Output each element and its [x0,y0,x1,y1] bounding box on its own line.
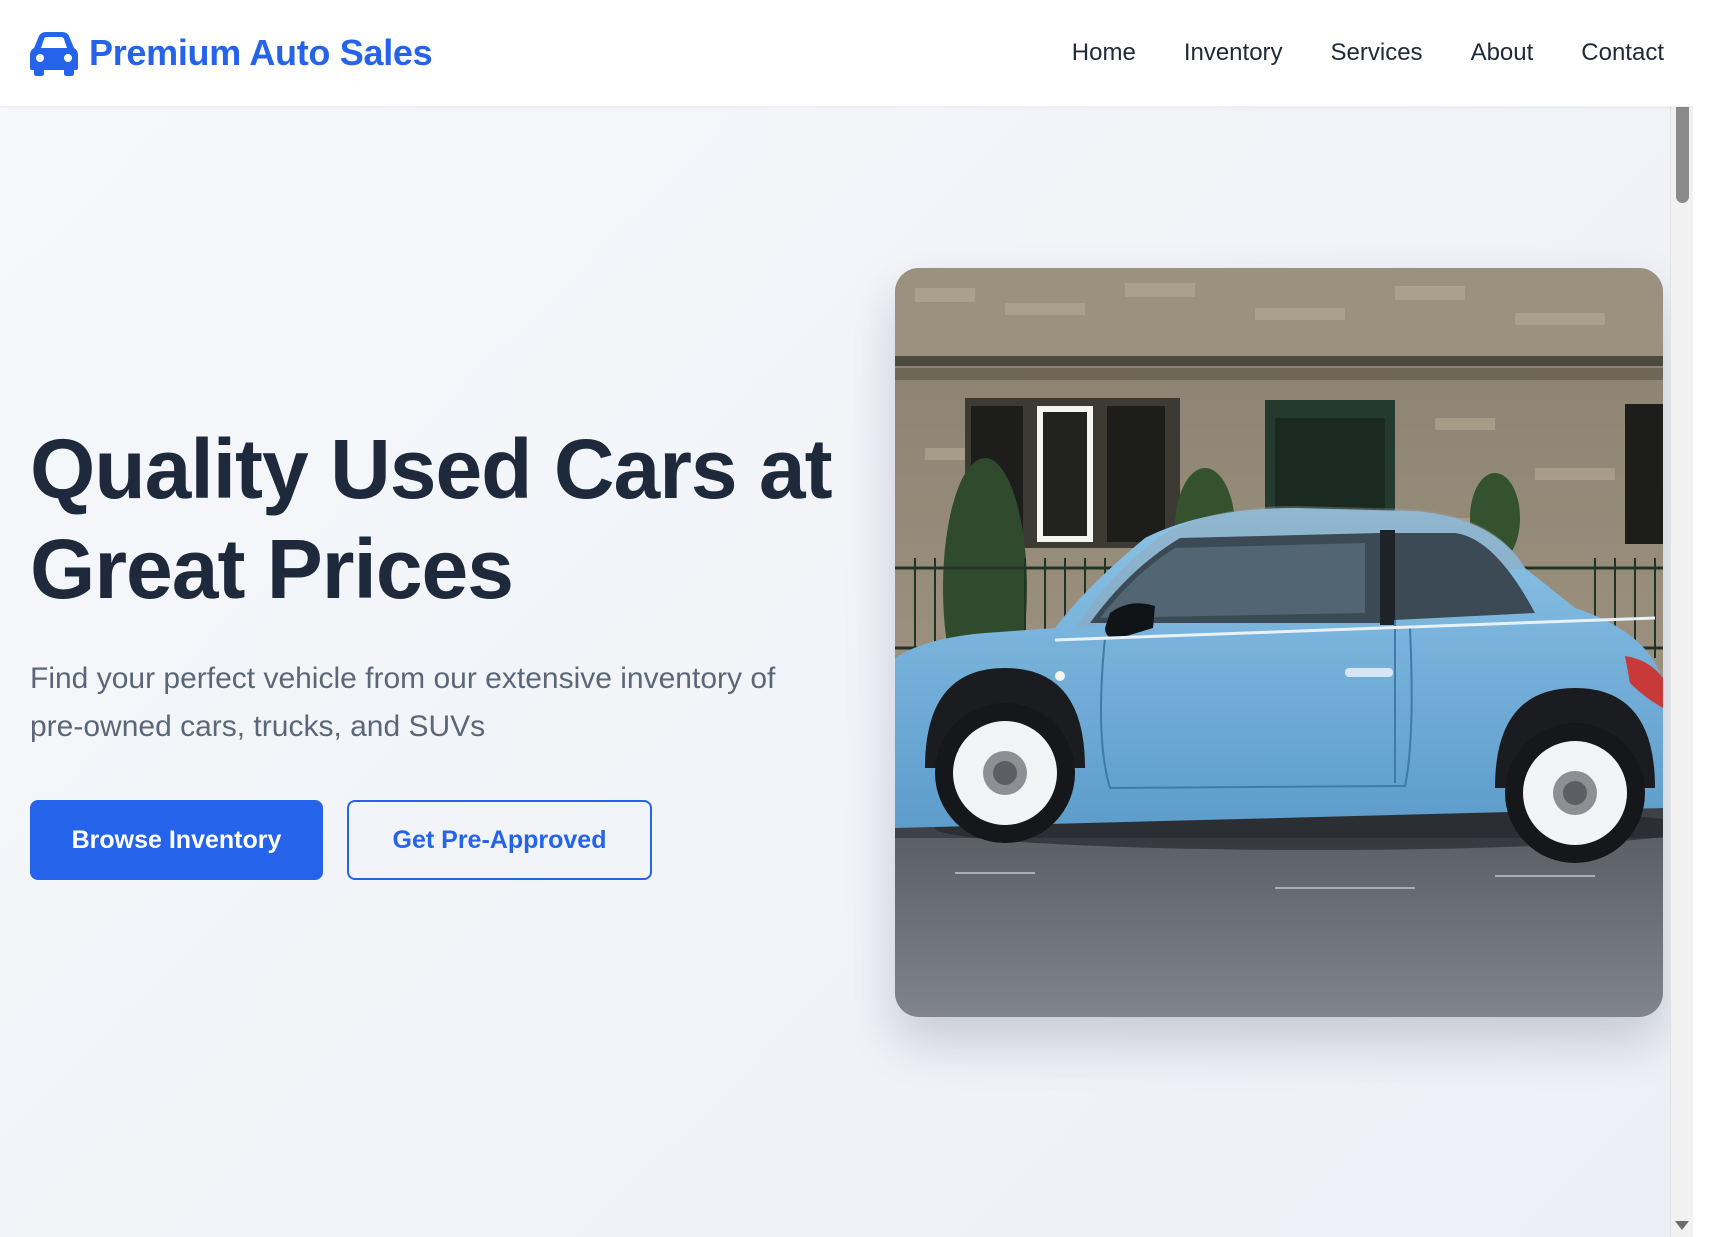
hero-subtitle: Find your perfect vehicle from our exten… [30,662,776,743]
nav-contact[interactable]: Contact [1581,36,1664,70]
page: Premium Auto Sales Home Inventory Servic… [0,0,1693,1237]
scroll-down-icon[interactable] [1675,1221,1689,1230]
main-nav: Home Inventory Services About Contact [1072,36,1664,70]
nav-services[interactable]: Services [1331,36,1423,70]
site-header: Premium Auto Sales Home Inventory Servic… [0,0,1693,107]
hero-section: Quality Used Cars at Great Prices Find y… [0,107,1693,1237]
hero-title: Quality Used Cars at Great Prices [30,422,833,616]
get-pre-approved-button[interactable]: Get Pre-Approved [347,800,652,880]
browse-inventory-button[interactable]: Browse Inventory [30,800,323,880]
nav-home[interactable]: Home [1072,36,1136,70]
nav-inventory[interactable]: Inventory [1184,36,1283,70]
car-photo [895,268,1663,1017]
car-icon [30,32,78,76]
nav-about[interactable]: About [1471,36,1534,70]
hero-car-image [895,268,1663,1017]
brand-logo-link[interactable]: Premium Auto Sales [29,28,433,78]
page-scrollbar[interactable] [1670,0,1693,1237]
brand-name: Premium Auto Sales [89,32,433,73]
